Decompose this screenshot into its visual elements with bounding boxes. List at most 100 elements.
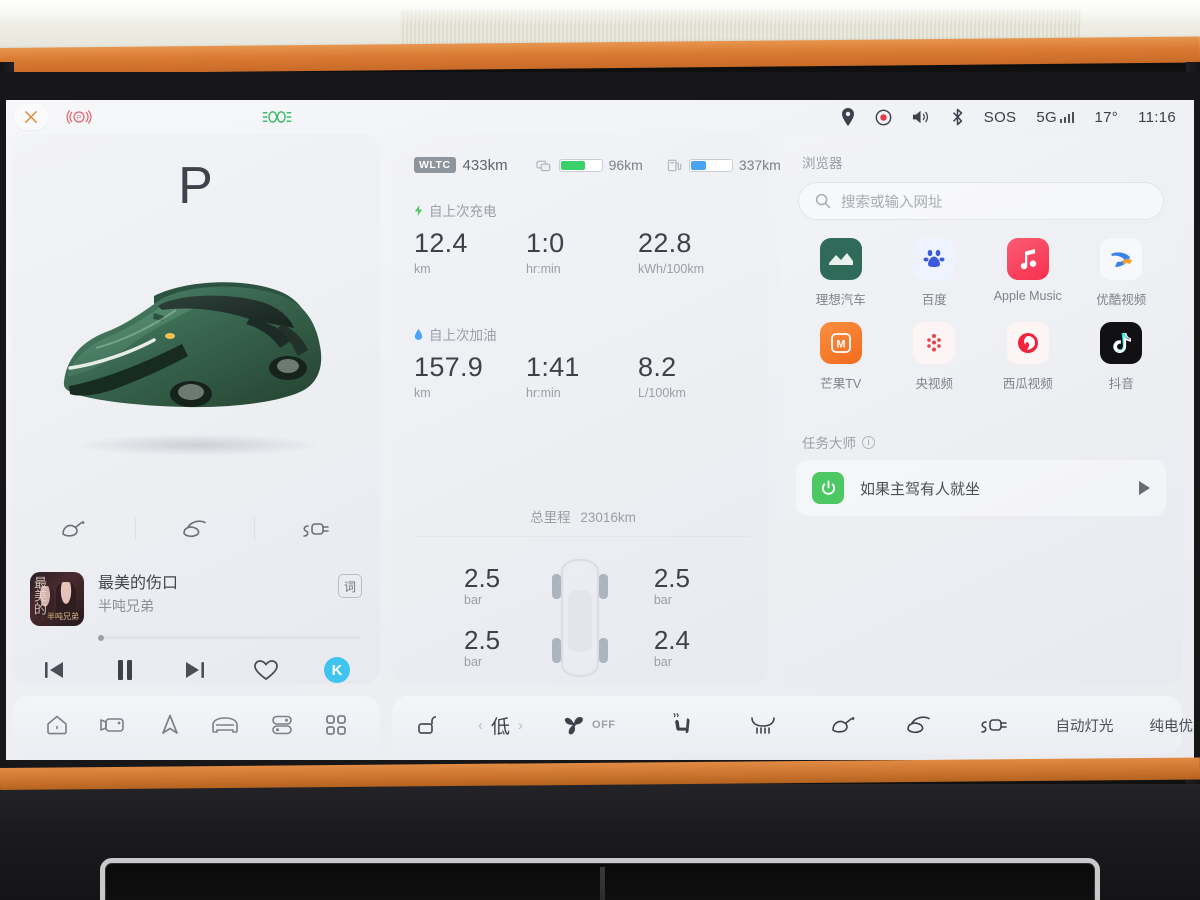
music-controls: K — [30, 639, 362, 683]
parking-brake-icon: P — [66, 107, 92, 127]
search-icon — [815, 193, 831, 209]
since-charge-label: 自上次充电 — [429, 204, 497, 219]
album-art[interactable]: 最美的 半吨兄弟 — [30, 572, 84, 626]
li-auto-icon — [819, 238, 862, 280]
battery-range: 96km — [535, 157, 643, 173]
temp-decrease-button[interactable]: ‹ — [470, 717, 491, 734]
app-grid: 理想汽车 百度 Apple Music 优酷视频 M 芒果TV 央视频 西瓜视频… — [794, 238, 1168, 392]
apple-music-icon — [1006, 238, 1049, 280]
fuel-range-value: 337km — [738, 157, 781, 173]
stat-duration: 1:0 hr:min — [526, 228, 638, 276]
since-refuel-label: 自上次加油 — [429, 328, 497, 343]
status-bar-left-icons: P — [6, 104, 294, 130]
car-top-view-icon — [552, 558, 608, 678]
temp-increase-button[interactable]: › — [510, 717, 531, 734]
wltc-range-value: 433km — [462, 156, 508, 174]
power-icon[interactable] — [812, 472, 844, 504]
navigation-icon[interactable] — [158, 713, 182, 737]
dashboard-glow — [0, 0, 1200, 26]
trunk-icon[interactable] — [904, 714, 934, 736]
rear-defrost-icon[interactable] — [748, 713, 778, 737]
app-douyin[interactable]: 抖音 — [1075, 322, 1169, 392]
tire-pressure-value: 2.4 — [653, 625, 690, 655]
tire-front-left: 2.5 bar — [464, 564, 500, 607]
mode-ev-priority[interactable]: 纯电优先 — [1134, 715, 1194, 736]
charge-plug-icon[interactable] — [300, 518, 332, 540]
track-title: 最美的伤口 — [98, 575, 179, 592]
settings-sliders-icon[interactable] — [269, 713, 295, 737]
search-input[interactable]: 搜索或输入网址 — [798, 182, 1164, 220]
fuel-gauge-fill — [690, 160, 706, 170]
next-track-button[interactable] — [183, 659, 207, 681]
xigua-video-icon — [1006, 322, 1049, 364]
unlock-icon[interactable] — [414, 712, 440, 738]
app-label: 理想汽车 — [815, 293, 866, 307]
volume-icon[interactable] — [912, 109, 931, 125]
previous-track-button[interactable] — [42, 659, 66, 681]
baidu-icon — [913, 238, 956, 280]
svg-text:P: P — [77, 115, 81, 122]
app-youku[interactable]: 优酷视频 — [1075, 238, 1169, 308]
playback-progress-bar[interactable] — [98, 634, 360, 641]
location-pin-icon[interactable] — [841, 108, 855, 126]
fuel-range: 337km — [667, 157, 781, 173]
task-master-item[interactable]: 如果主驾有人就坐 — [796, 460, 1166, 516]
vehicle-icon[interactable] — [210, 714, 240, 736]
app-li-auto[interactable]: 理想汽车 — [794, 238, 888, 308]
run-task-button[interactable] — [1139, 481, 1150, 495]
seat-heater-icon[interactable] — [668, 712, 696, 738]
apps-grid-icon[interactable] — [324, 713, 348, 737]
temperature-value[interactable]: 低 — [491, 712, 510, 739]
gear-indicator: P — [178, 157, 214, 215]
task-master-item-text: 如果主驾有人就坐 — [860, 480, 981, 498]
record-icon[interactable] — [875, 109, 892, 126]
tire-pressure-unit: bar — [653, 654, 672, 669]
youku-icon — [1100, 238, 1143, 280]
home-icon[interactable] — [44, 713, 70, 737]
battery-gauge — [558, 158, 603, 172]
network-label: 5G — [1036, 108, 1057, 126]
app-label: 芒果TV — [820, 377, 862, 391]
app-label: 百度 — [921, 293, 947, 307]
wltc-badge: WLTC — [414, 157, 456, 173]
app-label: 抖音 — [1108, 377, 1134, 391]
fan-icon — [564, 717, 583, 735]
trunk-icon[interactable] — [180, 518, 210, 540]
karaoke-button[interactable]: K — [324, 657, 350, 683]
sos-label[interactable]: SOS — [984, 109, 1017, 126]
music-widget: 最美的 半吨兄弟 最美的伤口 半吨兄弟 词 K — [12, 566, 380, 684]
tire-pressure-section[interactable]: 2.5 bar 2.5 bar 2.5 bar 2.4 bar — [392, 552, 768, 684]
dashcam-icon[interactable] — [99, 714, 129, 736]
app-xigua-video[interactable]: 西瓜视频 — [981, 322, 1075, 392]
mode-auto-lights[interactable]: 自动灯光 — [1040, 715, 1130, 736]
favorite-button[interactable] — [253, 658, 279, 682]
fan-button[interactable]: OFF — [561, 713, 616, 737]
temperature-label: 低 — [491, 716, 511, 738]
task-master-title-row: 任务大师 i — [802, 432, 875, 452]
fuel-gauge — [688, 158, 733, 172]
app-yangshipin[interactable]: 央视频 — [888, 322, 982, 392]
app-apple-music[interactable]: Apple Music — [981, 238, 1075, 308]
fuel-cap-icon[interactable] — [830, 714, 860, 736]
app-mango-tv[interactable]: M 芒果TV — [794, 322, 888, 392]
app-label: 优酷视频 — [1096, 293, 1147, 307]
pause-button[interactable] — [112, 657, 138, 683]
fuel-cap-icon[interactable] — [60, 518, 90, 540]
app-baidu[interactable]: 百度 — [888, 238, 982, 308]
info-icon[interactable]: i — [862, 435, 875, 449]
network-indicator: 5G — [1036, 108, 1075, 126]
since-charge-stats: 12.4 km 1:0 hr:min 22.8 kWh/100km — [414, 228, 750, 276]
mango-tv-icon: M — [819, 322, 862, 364]
service-wrench-icon[interactable] — [14, 104, 48, 130]
stat-unit: hr:min — [526, 262, 561, 277]
svg-text:M: M — [836, 339, 845, 351]
clock: 11:16 — [1138, 108, 1176, 126]
lyrics-button[interactable]: 词 — [338, 574, 362, 598]
divider — [414, 536, 750, 537]
track-artist: 半吨兄弟 — [98, 598, 154, 615]
bluetooth-icon[interactable] — [951, 108, 964, 126]
charge-plug-icon[interactable] — [978, 714, 1010, 736]
search-placeholder: 搜索或输入网址 — [841, 194, 943, 211]
signal-strength-icon — [1059, 111, 1075, 123]
status-bar-right: SOS 5G 17° 11:16 — [841, 100, 1176, 134]
